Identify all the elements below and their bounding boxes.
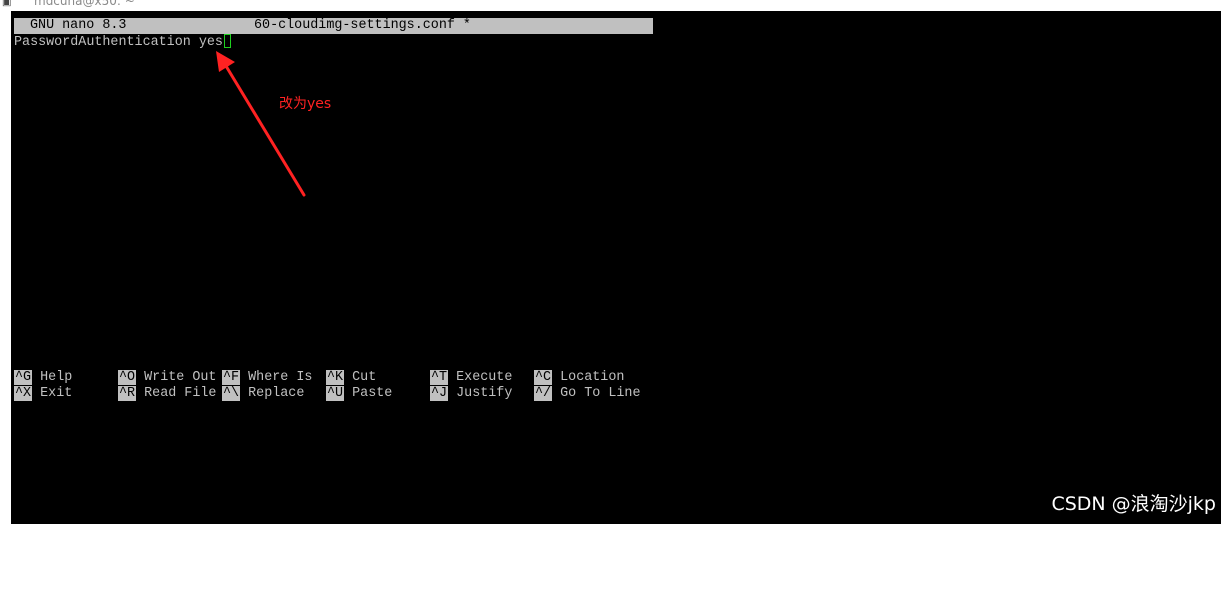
window-title: mdcuna@x50: ~ — [34, 0, 135, 8]
shortcut-label: Justify — [456, 386, 513, 401]
shortcut-cut[interactable]: ^K Cut — [326, 370, 376, 386]
window-left-frame — [0, 11, 11, 524]
nano-filename: 60-cloudimg-settings.conf * — [254, 18, 471, 33]
shortcut-key: ^C — [534, 370, 553, 385]
shortcut-label: Read File — [144, 386, 217, 401]
shortcut-key: ^G — [14, 370, 33, 385]
watermark-text: CSDN @浪淘沙jkp — [1051, 493, 1216, 515]
shortcut-key: ^R — [118, 386, 137, 401]
shortcut-label: Write Out — [144, 370, 217, 385]
shortcut-label: Paste — [352, 386, 393, 401]
shortcut-exit[interactable]: ^X Exit — [14, 386, 72, 402]
editor-line[interactable]: PasswordAuthentication yes — [14, 34, 231, 51]
terminal-app-icon: ▣ — [2, 0, 12, 8]
shortcut-help[interactable]: ^G Help — [14, 370, 72, 386]
shortcut-paste[interactable]: ^U Paste — [326, 386, 392, 402]
shortcut-label: Where Is — [248, 370, 313, 385]
shortcut-key: ^U — [326, 386, 345, 401]
shortcut-key: ^/ — [534, 386, 553, 401]
shortcut-key: ^F — [222, 370, 241, 385]
shortcut-justify[interactable]: ^J Justify — [430, 386, 512, 402]
shortcut-key: ^O — [118, 370, 137, 385]
shortcut-label: Help — [40, 370, 73, 385]
shortcut-label: Location — [560, 370, 625, 385]
shortcut-key: ^T — [430, 370, 449, 385]
shortcut-key: ^X — [14, 386, 33, 401]
text-cursor — [223, 34, 231, 48]
shortcut-key: ^K — [326, 370, 345, 385]
shortcut-label: Exit — [40, 386, 73, 401]
nano-title-bar: GNU nano 8.3 60-cloudimg-settings.conf * — [14, 18, 653, 34]
shortcut-execute[interactable]: ^T Execute — [430, 370, 512, 386]
shortcut-where-is[interactable]: ^F Where Is — [222, 370, 312, 386]
shortcut-read-file[interactable]: ^R Read File — [118, 386, 216, 402]
window-titlebar: ▣ mdcuna@x50: ~ — [0, 0, 1221, 11]
shortcut-key: ^J — [430, 386, 449, 401]
shortcut-write-out[interactable]: ^O Write Out — [118, 370, 216, 386]
shortcut-location[interactable]: ^C Location — [534, 370, 624, 386]
nano-version: GNU nano 8.3 — [30, 18, 127, 33]
shortcut-label: Cut — [352, 370, 377, 385]
shortcut-go-to-line[interactable]: ^/ Go To Line — [534, 386, 640, 402]
shortcut-label: Go To Line — [560, 386, 641, 401]
annotation-label: 改为yes — [279, 96, 332, 112]
shortcut-label: Execute — [456, 370, 513, 385]
editor-line-text: PasswordAuthentication yes — [14, 35, 223, 50]
terminal-window[interactable]: GNU nano 8.3 60-cloudimg-settings.conf *… — [11, 11, 1221, 524]
shortcut-label: Replace — [248, 386, 305, 401]
shortcut-bar: ^G Help ^O Write Out ^F Where Is ^K Cut … — [14, 370, 640, 610]
shortcut-replace[interactable]: ^\ Replace — [222, 386, 304, 402]
shortcut-key: ^\ — [222, 386, 241, 401]
